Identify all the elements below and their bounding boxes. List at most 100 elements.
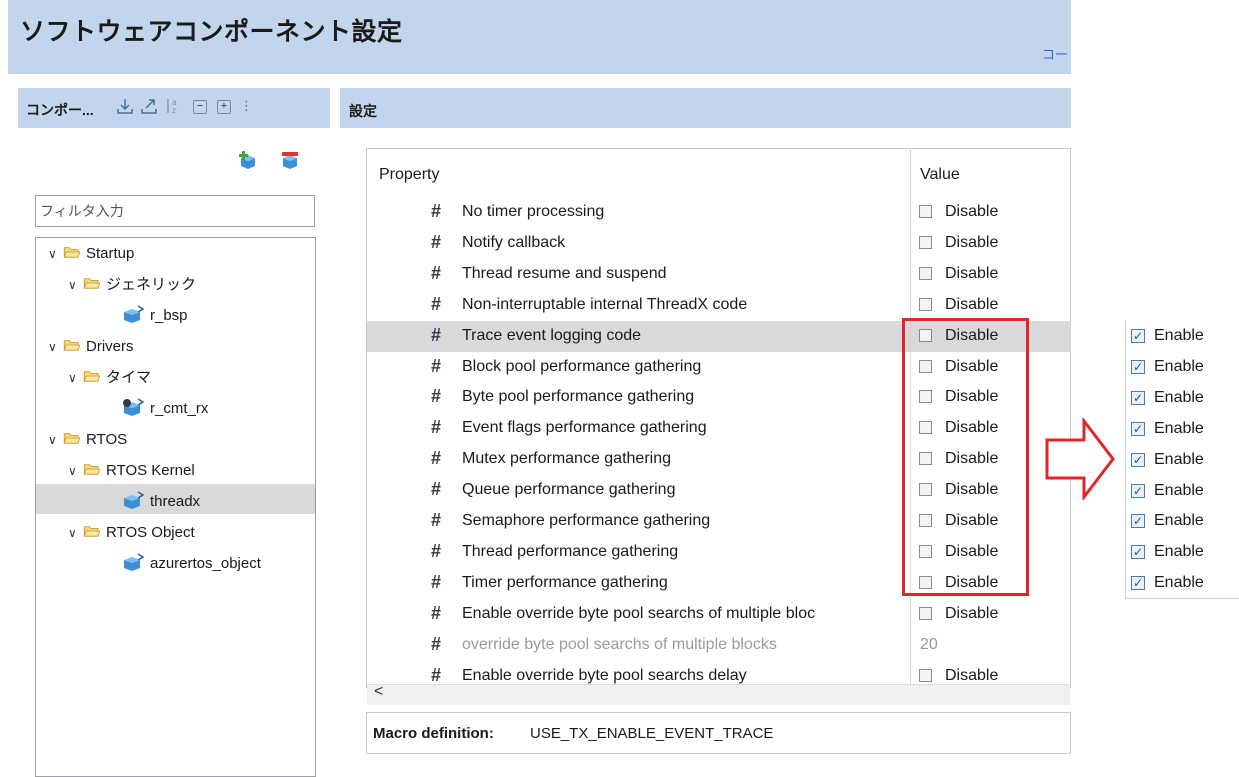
value-checkbox[interactable] bbox=[919, 668, 932, 682]
checked-checkbox[interactable]: ✓ bbox=[1131, 483, 1145, 498]
property-value: Disable bbox=[945, 295, 999, 313]
macro-hash-icon: # bbox=[431, 602, 442, 623]
macro-hash-icon: # bbox=[431, 448, 442, 469]
tree-item-drivers[interactable]: ∨ Drivers bbox=[48, 334, 134, 360]
settings-panel-header bbox=[340, 88, 1071, 128]
checked-checkbox[interactable]: ✓ bbox=[1131, 421, 1145, 436]
macro-hash-icon: # bbox=[431, 324, 442, 345]
filter-input[interactable] bbox=[35, 195, 315, 227]
property-name: Thread performance gathering bbox=[462, 542, 679, 560]
enable-label: Enable bbox=[1154, 450, 1204, 468]
svg-text:z: z bbox=[172, 106, 176, 115]
chevron-down-icon[interactable]: ∨ bbox=[68, 365, 82, 391]
chevron-down-icon[interactable]: ∨ bbox=[48, 241, 62, 267]
value-checkbox[interactable] bbox=[919, 606, 932, 620]
tree-item-label: Drivers bbox=[86, 338, 134, 355]
enable-row: ✓ Enable bbox=[1131, 568, 1236, 599]
remove-component-icon[interactable] bbox=[280, 150, 300, 170]
macro-hash-icon: # bbox=[431, 262, 442, 283]
expand-all-icon[interactable]: + bbox=[217, 100, 231, 114]
enable-label: Enable bbox=[1154, 419, 1204, 437]
macro-hash-icon: # bbox=[431, 571, 442, 592]
add-component-icon[interactable] bbox=[238, 150, 258, 170]
property-name: Non-interruptable internal ThreadX code bbox=[462, 295, 748, 313]
property-value[interactable]: 20 bbox=[920, 636, 938, 654]
tree-item-threadx[interactable]: threadx bbox=[122, 489, 200, 515]
enable-label: Enable bbox=[1154, 574, 1204, 592]
property-row[interactable]: # Notify callback Disable bbox=[367, 228, 1071, 259]
checked-checkbox[interactable]: ✓ bbox=[1131, 390, 1145, 405]
macro-hash-icon: # bbox=[431, 664, 442, 685]
view-menu-icon[interactable]: ⋮ bbox=[240, 97, 253, 115]
chevron-down-icon[interactable]: ∨ bbox=[48, 427, 62, 453]
component-icon bbox=[124, 305, 144, 324]
property-name: Timer performance gathering bbox=[462, 573, 668, 591]
tree-item-label: RTOS bbox=[86, 431, 128, 448]
property-value: Disable bbox=[945, 233, 999, 251]
macro-hash-icon: # bbox=[431, 510, 442, 530]
property-row[interactable]: # No timer processing Disable bbox=[367, 197, 1071, 228]
column-header-value[interactable]: Value bbox=[920, 166, 960, 184]
property-name: Enable override byte pool searchs delay bbox=[462, 666, 747, 684]
scroll-left-icon[interactable]: < bbox=[374, 683, 383, 701]
horizontal-scrollbar[interactable] bbox=[367, 684, 1070, 705]
chevron-down-icon[interactable]: ∨ bbox=[68, 272, 82, 298]
macro-definition-label: Macro definition: bbox=[373, 725, 494, 742]
property-name: Notify callback bbox=[462, 233, 566, 251]
macro-hash-icon: # bbox=[431, 479, 442, 500]
tree-item-startup[interactable]: ∨ Startup bbox=[48, 241, 134, 267]
tree-item-timer[interactable]: ∨ タイマ bbox=[68, 365, 151, 391]
component-icon bbox=[124, 491, 144, 510]
enable-label: Enable bbox=[1154, 543, 1204, 561]
macro-hash-icon: # bbox=[431, 355, 442, 376]
collapse-all-icon[interactable]: − bbox=[193, 100, 207, 114]
tree-item-label: RTOS Kernel bbox=[106, 462, 195, 479]
chevron-down-icon[interactable]: ∨ bbox=[48, 334, 62, 360]
value-checkbox[interactable] bbox=[919, 235, 932, 249]
value-checkbox[interactable] bbox=[919, 205, 932, 218]
macro-hash-icon: # bbox=[431, 633, 442, 654]
chevron-down-icon[interactable]: ∨ bbox=[68, 520, 82, 546]
tree-item-generic[interactable]: ∨ ジェネリック bbox=[68, 272, 196, 298]
folder-open-icon bbox=[63, 247, 81, 258]
property-row[interactable]: # Thread resume and suspend Disable bbox=[367, 259, 1071, 290]
enable-label: Enable bbox=[1154, 357, 1204, 375]
property-name: No timer processing bbox=[462, 203, 605, 220]
tree-item-azurertos-object[interactable]: azurertos_object bbox=[122, 551, 261, 577]
tree-item-rtos-object[interactable]: ∨ RTOS Object bbox=[68, 520, 195, 546]
enable-row: ✓ Enable bbox=[1131, 352, 1236, 383]
sort-icon[interactable]: az bbox=[164, 97, 182, 115]
tree-item-r-cmt-rx[interactable]: r_cmt_rx bbox=[122, 396, 208, 422]
checked-checkbox[interactable]: ✓ bbox=[1131, 329, 1145, 343]
checked-checkbox[interactable]: ✓ bbox=[1131, 514, 1145, 529]
value-checkbox[interactable] bbox=[919, 297, 932, 311]
enable-row: ✓ Enable bbox=[1131, 383, 1236, 414]
chevron-down-icon[interactable]: ∨ bbox=[68, 458, 82, 484]
folder-open-icon bbox=[83, 278, 101, 289]
components-panel-title: コンポー... bbox=[26, 102, 94, 118]
checked-checkbox[interactable]: ✓ bbox=[1131, 576, 1145, 591]
property-name: Queue performance gathering bbox=[462, 481, 676, 499]
export-icon[interactable] bbox=[140, 97, 158, 115]
macro-hash-icon: # bbox=[431, 386, 442, 407]
checked-checkbox[interactable]: ✓ bbox=[1131, 545, 1145, 560]
value-checkbox[interactable] bbox=[919, 266, 932, 280]
checked-checkbox[interactable]: ✓ bbox=[1131, 452, 1145, 467]
tree-item-rtos[interactable]: ∨ RTOS bbox=[48, 427, 127, 453]
property-row[interactable]: # Enable override byte pool searchs of mu… bbox=[367, 599, 1071, 630]
header-link[interactable]: コー bbox=[1042, 44, 1068, 63]
folder-open-icon bbox=[83, 371, 101, 382]
column-header-property[interactable]: Property bbox=[379, 166, 439, 184]
checked-checkbox[interactable]: ✓ bbox=[1131, 359, 1145, 374]
page-title: ソフトウェアコンポーネント設定 bbox=[20, 18, 403, 46]
macro-hash-icon: # bbox=[431, 231, 442, 252]
import-icon[interactable] bbox=[116, 97, 134, 115]
property-row[interactable]: # override byte pool searchs of multiple … bbox=[367, 630, 1071, 661]
component-icon bbox=[124, 553, 144, 572]
property-value: Disable bbox=[945, 264, 999, 282]
tree-item-rtos-kernel[interactable]: ∨ RTOS Kernel bbox=[68, 458, 195, 484]
tree-item-r-bsp[interactable]: r_bsp bbox=[122, 303, 188, 329]
folder-open-icon bbox=[83, 464, 101, 475]
property-row[interactable]: # Non-interruptable internal ThreadX code… bbox=[367, 290, 1071, 321]
folder-open-icon bbox=[63, 340, 81, 351]
